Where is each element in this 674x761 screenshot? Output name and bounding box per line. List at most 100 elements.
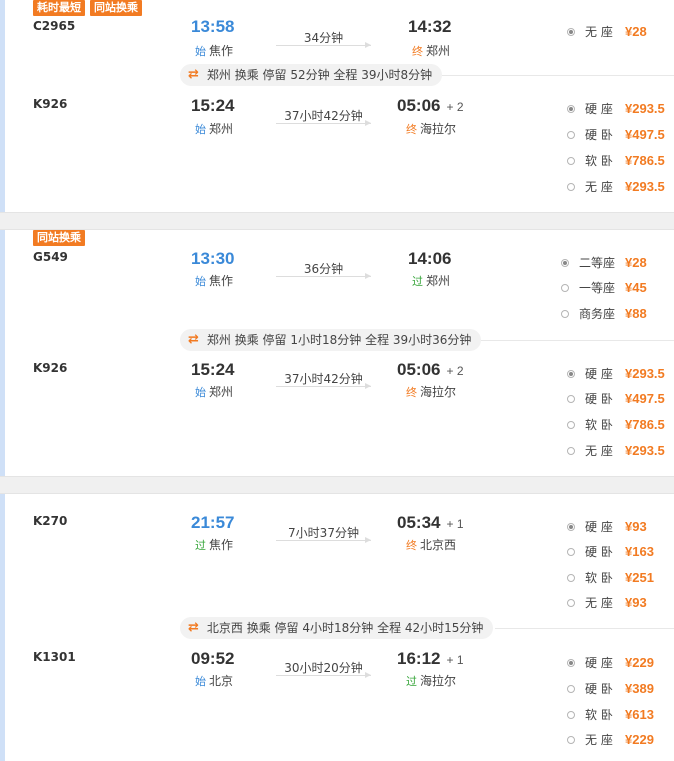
seat-type: 硬 卧: [585, 128, 613, 142]
duration-arrow-icon: [276, 672, 371, 678]
radio-icon[interactable]: [567, 394, 575, 403]
radio-icon[interactable]: [567, 369, 575, 378]
station-name: 海拉尔: [420, 122, 457, 136]
radio-icon[interactable]: [567, 658, 575, 667]
trip-duration: 37小时42分钟: [284, 109, 363, 123]
seat-price: ¥229: [625, 655, 654, 670]
divider: [495, 628, 674, 629]
seat-option[interactable]: 无 座 ¥229: [567, 731, 654, 748]
seat-type: 硬 座: [585, 102, 613, 116]
seat-price: ¥163: [625, 544, 654, 559]
tag-list: 同站换乘: [33, 230, 85, 246]
transfer-text: 郑州 换乘 停留 1小时18分钟 全程 39小时36分钟: [206, 333, 472, 347]
radio-icon[interactable]: [567, 684, 575, 693]
seat-type: 无 座: [585, 444, 613, 458]
train-number[interactable]: K1301: [33, 650, 76, 664]
seat-price: ¥293.5: [625, 179, 665, 194]
seat-option[interactable]: 硬 座 ¥93: [567, 518, 647, 535]
seat-option[interactable]: 无 座 ¥93: [567, 594, 647, 611]
radio-icon[interactable]: [567, 735, 575, 744]
trip-duration: 36分钟: [303, 262, 344, 276]
radio-icon[interactable]: [567, 710, 575, 719]
day-offset: + 1: [446, 653, 464, 667]
seat-price: ¥45: [625, 280, 647, 295]
train-number[interactable]: K926: [33, 361, 67, 375]
radio-icon[interactable]: [567, 573, 575, 582]
seat-option[interactable]: 硬 卧 ¥389: [567, 680, 654, 697]
seat-type: 无 座: [585, 733, 613, 747]
radio-icon[interactable]: [567, 522, 575, 531]
seat-type: 硬 座: [585, 520, 613, 534]
seat-option[interactable]: 无 座 ¥28: [567, 23, 647, 40]
train-number[interactable]: C2965: [33, 19, 75, 33]
seat-option[interactable]: 无 座 ¥293.5: [567, 178, 665, 195]
departure-station: 始 郑州: [195, 120, 233, 137]
station-name: 焦作: [209, 538, 234, 552]
seat-option[interactable]: 硬 座 ¥293.5: [567, 100, 665, 117]
seat-option[interactable]: 二等座 ¥28: [561, 254, 647, 271]
seat-option[interactable]: 硬 座 ¥229: [567, 654, 654, 671]
station-name: 郑州: [209, 122, 234, 136]
duration-arrow-icon: [276, 120, 371, 126]
radio-icon[interactable]: [567, 446, 575, 455]
transfer-info: ⇄ 郑州 换乘 停留 1小时18分钟 全程 39小时36分钟: [180, 329, 482, 351]
radio-icon[interactable]: [561, 258, 569, 267]
seat-type: 一等座: [579, 281, 616, 295]
card-separator: [0, 212, 674, 230]
radio-icon[interactable]: [561, 309, 569, 318]
day-offset: + 2: [446, 364, 464, 378]
seat-type: 软 卧: [585, 571, 613, 585]
departure-time: 15:24: [191, 360, 235, 379]
radio-icon[interactable]: [567, 104, 575, 113]
seat-price: ¥93: [625, 519, 647, 534]
train-number[interactable]: K270: [33, 514, 67, 528]
trip-duration: 7小时37分钟: [288, 526, 359, 540]
departure-station: 始 焦作: [195, 42, 233, 59]
seat-option[interactable]: 软 卧 ¥786.5: [567, 416, 665, 433]
radio-icon[interactable]: [567, 130, 575, 139]
radio-icon[interactable]: [561, 283, 569, 292]
radio-icon[interactable]: [567, 547, 575, 556]
day-offset: + 2: [446, 100, 464, 114]
transfer-option-card: 耗时最短 同站换乘 C2965 13:58 始 焦作 34分钟 14:32 终 …: [0, 0, 674, 212]
trip-duration: 34分钟: [303, 31, 344, 45]
seat-price: ¥293.5: [625, 101, 665, 116]
radio-icon[interactable]: [567, 27, 575, 36]
radio-icon[interactable]: [567, 420, 575, 429]
transfer-info: ⇄ 北京西 换乘 停留 4小时18分钟 全程 42小时15分钟: [180, 617, 494, 639]
transfer-option-card: K270 21:57 过 焦作 7小时37分钟 05:34 + 1 终 北京西 硬…: [0, 494, 674, 761]
seat-price: ¥88: [625, 306, 647, 321]
end-station-icon: 终: [406, 122, 417, 136]
seat-option[interactable]: 硬 卧 ¥497.5: [567, 390, 665, 407]
arrival-time: 05:34 + 1: [397, 513, 464, 533]
seat-option[interactable]: 商务座 ¥88: [561, 305, 647, 322]
seat-price: ¥93: [625, 595, 647, 610]
trip-duration: 37小时42分钟: [284, 372, 363, 386]
seat-price: ¥613: [625, 707, 654, 722]
train-number[interactable]: K926: [33, 97, 67, 111]
end-station-icon: 终: [406, 538, 417, 552]
seat-type: 无 座: [585, 180, 613, 194]
seat-type: 软 卧: [585, 418, 613, 432]
seat-option[interactable]: 硬 座 ¥293.5: [567, 365, 665, 382]
radio-icon[interactable]: [567, 598, 575, 607]
start-station-icon: 始: [195, 385, 206, 399]
seat-option[interactable]: 硬 卧 ¥497.5: [567, 126, 665, 143]
station-name: 焦作: [209, 44, 234, 58]
seat-option[interactable]: 软 卧 ¥251: [567, 569, 654, 586]
seat-option[interactable]: 无 座 ¥293.5: [567, 442, 665, 459]
radio-icon[interactable]: [567, 156, 575, 165]
divider: [440, 75, 674, 76]
seat-option[interactable]: 硬 卧 ¥163: [567, 543, 654, 560]
train-number[interactable]: G549: [33, 250, 68, 264]
seat-type: 无 座: [585, 596, 613, 610]
start-station-icon: 始: [195, 122, 206, 136]
seat-option[interactable]: 软 卧 ¥613: [567, 706, 654, 723]
seat-option[interactable]: 一等座 ¥45: [561, 279, 647, 296]
seat-option[interactable]: 软 卧 ¥786.5: [567, 152, 665, 169]
seat-price: ¥293.5: [625, 443, 665, 458]
radio-icon[interactable]: [567, 182, 575, 191]
seat-type: 商务座: [579, 307, 616, 321]
station-name: 北京西: [420, 538, 457, 552]
arrival-time-value: 14:06: [408, 249, 452, 268]
